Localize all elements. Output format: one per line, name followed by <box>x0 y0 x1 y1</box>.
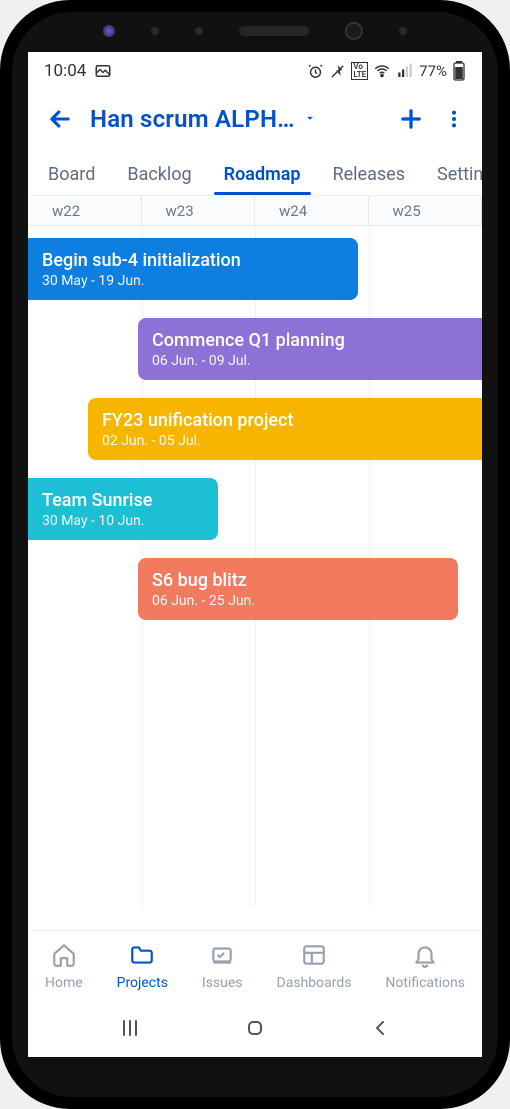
status-time: 10:04 <box>44 61 86 81</box>
picture-icon <box>94 62 112 80</box>
android-system-nav <box>28 1002 482 1057</box>
week-header: w24 <box>255 196 369 225</box>
wifi-icon <box>373 62 391 80</box>
project-selector[interactable]: Han scrum ALPH… <box>90 105 382 133</box>
epic-dates: 30 May - 10 Jun. <box>42 513 204 529</box>
week-header: w25 <box>369 196 483 225</box>
add-button[interactable] <box>394 102 428 136</box>
view-tabs: BoardBacklogRoadmapReleasesSettings <box>28 148 482 196</box>
nav-label: Notifications <box>385 975 465 991</box>
sysback-button[interactable] <box>368 1016 392 1044</box>
back-button[interactable] <box>42 101 78 137</box>
chevron-down-icon <box>303 110 317 129</box>
nav-issues[interactable]: Issues <box>202 942 243 991</box>
tab-settings[interactable]: Settings <box>421 164 482 195</box>
roadmap-weeks-header: w22w23w24w25 <box>28 196 482 226</box>
project-title: Han scrum ALPH… <box>90 105 295 133</box>
dashboards-icon <box>301 942 327 972</box>
nav-label: Projects <box>117 975 168 991</box>
volte-icon: VoLTE <box>351 62 368 80</box>
battery-text: 77% <box>419 62 447 80</box>
nav-home[interactable]: Home <box>45 942 83 991</box>
week-header: w22 <box>28 196 142 225</box>
tab-releases[interactable]: Releases <box>317 164 421 195</box>
epic-title: Begin sub-4 initialization <box>42 250 344 271</box>
roadmap-epic[interactable]: FY23 unification project 02 Jun. - 05 Jul… <box>88 398 482 460</box>
alarm-icon <box>307 63 324 80</box>
roadmap-epic[interactable]: Team Sunrise 30 May - 10 Jun. <box>28 478 218 540</box>
home-button[interactable] <box>243 1016 267 1044</box>
epic-dates: 06 Jun. - 09 Jul. <box>152 353 468 369</box>
issues-icon <box>209 942 235 972</box>
roadmap-epic[interactable]: Commence Q1 planning 06 Jun. - 09 Jul. <box>138 318 482 380</box>
battery-icon <box>452 61 466 81</box>
recents-button[interactable] <box>118 1016 142 1044</box>
vibrate-icon <box>329 63 346 80</box>
nav-projects[interactable]: Projects <box>117 942 168 991</box>
epic-title: Team Sunrise <box>42 490 204 511</box>
nav-dashboards[interactable]: Dashboards <box>277 942 352 991</box>
tab-board[interactable]: Board <box>32 164 111 195</box>
roadmap-epic[interactable]: S6 bug blitz 06 Jun. - 25 Jun. <box>138 558 458 620</box>
epic-dates: 02 Jun. - 05 Jul. <box>102 433 468 449</box>
projects-icon <box>129 942 155 972</box>
notifications-icon <box>412 942 438 972</box>
epic-title: Commence Q1 planning <box>152 330 468 351</box>
roadmap-canvas[interactable]: Begin sub-4 initialization 30 May - 19 Ju… <box>28 226 482 906</box>
more-button[interactable] <box>440 102 468 136</box>
home-icon <box>51 942 77 972</box>
status-bar: 10:04 VoLTE 77% <box>28 52 482 90</box>
epic-title: S6 bug blitz <box>152 570 444 591</box>
nav-notifications[interactable]: Notifications <box>385 942 465 991</box>
roadmap-epic[interactable]: Begin sub-4 initialization 30 May - 19 Ju… <box>28 238 358 300</box>
epic-title: FY23 unification project <box>102 410 468 431</box>
signal-icon <box>396 62 414 80</box>
nav-label: Dashboards <box>277 975 352 991</box>
nav-label: Home <box>45 975 83 991</box>
tab-backlog[interactable]: Backlog <box>111 164 207 195</box>
nav-label: Issues <box>202 975 243 991</box>
app-header: Han scrum ALPH… <box>28 90 482 148</box>
bottom-nav: Home Projects Issues Dashboards Notification… <box>28 930 482 1002</box>
week-header: w23 <box>142 196 256 225</box>
tab-roadmap[interactable]: Roadmap <box>208 164 317 195</box>
epic-dates: 30 May - 19 Jun. <box>42 273 344 289</box>
phone-sensors <box>0 22 510 40</box>
epic-dates: 06 Jun. - 25 Jun. <box>152 593 444 609</box>
